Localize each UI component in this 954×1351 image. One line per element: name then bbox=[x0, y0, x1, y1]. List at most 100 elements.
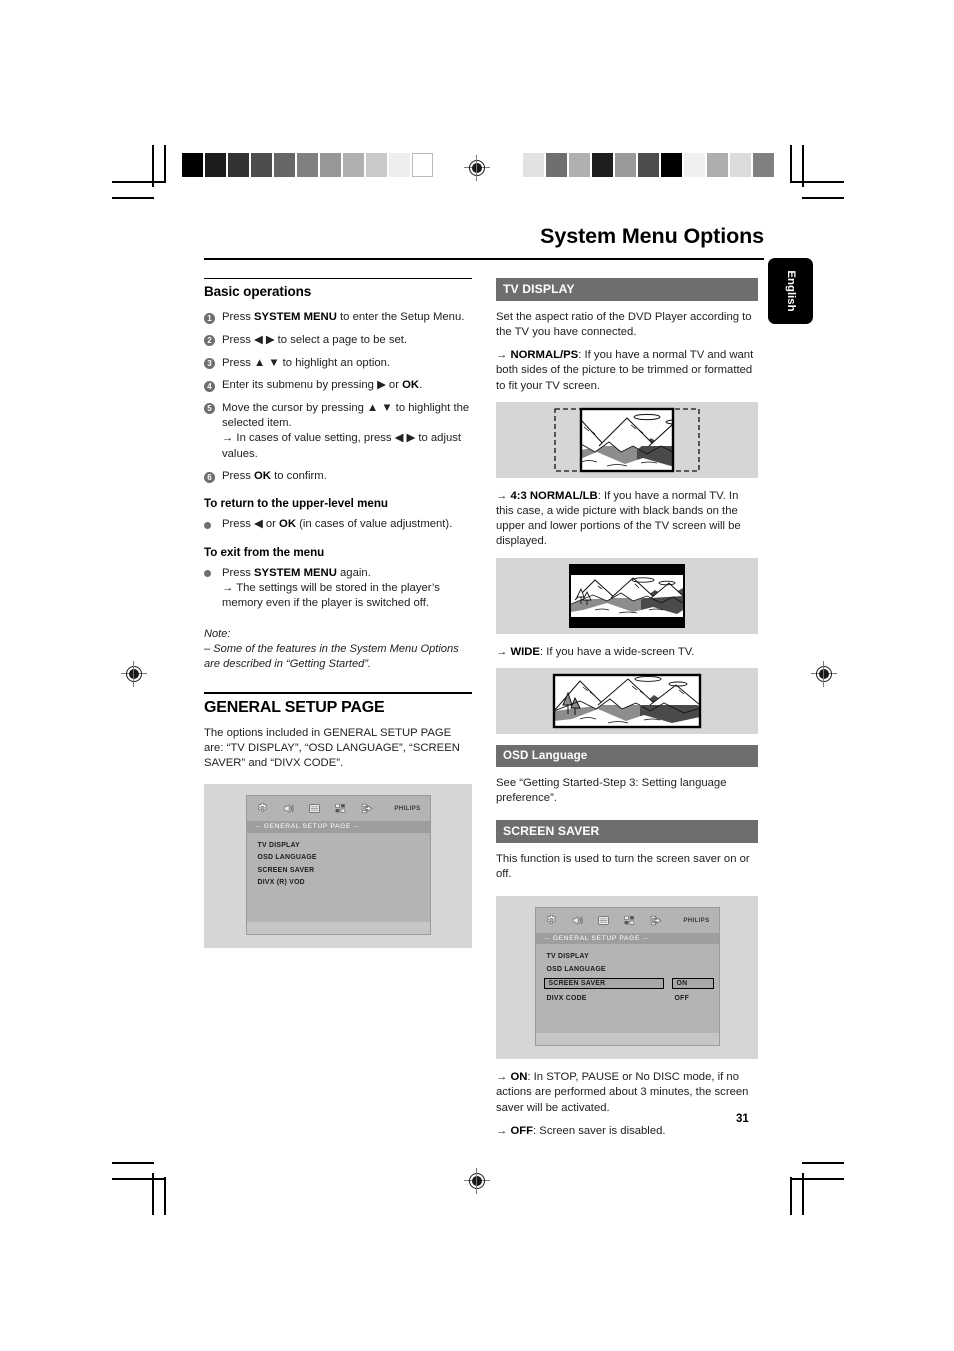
registration-mark-bottom bbox=[464, 1168, 490, 1194]
note-block: Note: – Some of the features in the Syst… bbox=[204, 627, 472, 672]
step-item: 6 Press OK to confirm. bbox=[204, 469, 472, 484]
step-text: Press OK to confirm. bbox=[222, 470, 327, 483]
calibration-swatch-6 bbox=[661, 153, 682, 177]
registration-mark-right bbox=[811, 661, 837, 687]
language-tab: English bbox=[768, 258, 813, 324]
widescreen-landscape-illustration bbox=[552, 673, 702, 729]
osd-menu-item[interactable]: OSD LANGUAGE bbox=[547, 966, 719, 973]
calibration-swatch-2 bbox=[228, 153, 249, 177]
registration-mark-top bbox=[464, 155, 490, 181]
preference-setup-grid-icon[interactable] bbox=[334, 802, 347, 815]
osd-page-label-1: -- GENERAL SETUP PAGE -- bbox=[246, 821, 430, 833]
page-content: System Menu Options Basic operations 1 Pr… bbox=[204, 224, 764, 1147]
tv-display-normal-ps: → NORMAL/PS: If you have a normal TV and… bbox=[496, 349, 754, 392]
return-menu-bullet: Press ◀ or OK (in cases of value adjustm… bbox=[204, 517, 472, 532]
step-item: 4 Enter its submenu by pressing ▶ or OK. bbox=[204, 378, 472, 393]
return-menu-bullet-text: Press ◀ or OK (in cases of value adjustm… bbox=[222, 518, 453, 531]
calibration-swatch-5 bbox=[638, 153, 659, 177]
manual-page: English System Menu Options Basic operat… bbox=[0, 0, 954, 1351]
basic-operations-step-list: 1 Press SYSTEM MENU to enter the Setup Me… bbox=[204, 310, 472, 484]
bullet-dot-icon bbox=[204, 570, 211, 578]
calibration-swatch-6 bbox=[320, 153, 341, 177]
step-text: Press ◀ ▶ to select a page to be set. bbox=[222, 333, 408, 346]
general-setup-gear-icon[interactable] bbox=[545, 914, 558, 927]
audio-setup-speaker-icon[interactable] bbox=[282, 802, 295, 815]
screen-saver-on-desc: → ON: In STOP, PAUSE or No DISC mode, if… bbox=[496, 1071, 749, 1114]
page-number: 31 bbox=[736, 1113, 749, 1125]
calibration-swatch-2 bbox=[569, 153, 590, 177]
basic-operations-divider bbox=[204, 277, 472, 280]
osd-menu-item[interactable]: DIVX (R) VOD bbox=[258, 879, 430, 886]
osd-menu-item[interactable]: SCREEN SAVER bbox=[258, 867, 430, 874]
calibration-swatch-4 bbox=[615, 153, 636, 177]
calibration-swatch-0 bbox=[523, 153, 544, 177]
osd-menu-item[interactable]: TV DISPLAY bbox=[258, 842, 430, 849]
osd-menu-item[interactable]: OSD LANGUAGE bbox=[258, 854, 430, 861]
calibration-swatch-3 bbox=[251, 153, 272, 177]
tv-display-wide: → WIDE: If you have a wide-screen TV. bbox=[496, 645, 695, 658]
registration-mark-left bbox=[121, 661, 147, 687]
osd-icon-row: PHILIPS bbox=[535, 907, 719, 933]
pan-scan-landscape-illustration bbox=[554, 407, 700, 473]
video-setup-screen-icon[interactable] bbox=[308, 802, 321, 815]
preference-setup-grid-icon[interactable] bbox=[623, 914, 636, 927]
step-number-badge: 2 bbox=[204, 335, 215, 347]
left-column: Basic operations 1 Press SYSTEM MENU to e… bbox=[204, 277, 472, 1147]
osd-value-off[interactable]: OFF bbox=[675, 995, 690, 1002]
step-item: 3 Press ▲ ▼ to highlight an option. bbox=[204, 356, 472, 371]
philips-logo: PHILIPS bbox=[394, 805, 421, 813]
audio-setup-speaker-icon[interactable] bbox=[571, 914, 584, 927]
tv-display-section-bar: TV DISPLAY bbox=[496, 277, 758, 301]
wide-illustration-plate bbox=[496, 667, 758, 734]
tv-display-intro: Set the aspect ratio of the DVD Player a… bbox=[496, 310, 752, 339]
osd-screenshot-1-plate: PHILIPS -- GENERAL SETUP PAGE -- TV DISP… bbox=[204, 784, 472, 948]
osd-value-on[interactable]: ON bbox=[671, 978, 714, 990]
calibration-swatch-3 bbox=[592, 153, 613, 177]
exit-setup-arrow-icon[interactable] bbox=[649, 914, 663, 927]
grayscale-calibration-bar bbox=[182, 153, 433, 177]
calibration-swatch-1 bbox=[205, 153, 226, 177]
osd-footer-bar bbox=[246, 921, 430, 934]
calibration-swatch-8 bbox=[707, 153, 728, 177]
exit-setup-arrow-icon[interactable] bbox=[360, 802, 374, 815]
general-setup-heading: GENERAL SETUP PAGE bbox=[204, 698, 385, 716]
osd-menu-item[interactable]: DIVX CODE bbox=[547, 995, 667, 1002]
step-item: 5 Move the cursor by pressing ▲ ▼ to high… bbox=[204, 401, 472, 462]
calibration-swatch-10 bbox=[753, 153, 774, 177]
calibration-swatch-10 bbox=[412, 153, 433, 177]
osd-menu-1-item-list: TV DISPLAY OSD LANGUAGE SCREEN SAVER DIVX (… bbox=[247, 833, 430, 916]
osd-screenshot-2-plate: PHILIPS -- GENERAL SETUP PAGE -- TV DISP… bbox=[496, 895, 758, 1060]
osd-menu-2: PHILIPS -- GENERAL SETUP PAGE -- TV DISP… bbox=[534, 906, 720, 1047]
note-body: – Some of the features in the System Men… bbox=[204, 643, 459, 671]
video-setup-screen-icon[interactable] bbox=[597, 914, 610, 927]
calibration-swatch-8 bbox=[366, 153, 387, 177]
osd-language-section-bar: OSD Language bbox=[496, 744, 758, 767]
general-setup-gear-icon[interactable] bbox=[256, 802, 269, 815]
step-number-badge: 4 bbox=[204, 380, 215, 392]
exit-menu-bullet-text: Press SYSTEM MENU again. → The settings w… bbox=[222, 566, 440, 610]
step-number-badge: 3 bbox=[204, 358, 215, 370]
calibration-swatch-7 bbox=[684, 153, 705, 177]
osd-menu-item-screen-saver[interactable]: SCREEN SAVER bbox=[543, 978, 664, 990]
calibration-swatch-4 bbox=[274, 153, 295, 177]
page-title: System Menu Options bbox=[540, 224, 764, 248]
osd-menu-row[interactable]: DIVX CODE OFF bbox=[547, 995, 719, 1008]
osd-menu-item[interactable]: TV DISPLAY bbox=[547, 953, 719, 960]
screen-saver-off-desc: → OFF: Screen saver is disabled. bbox=[496, 1124, 666, 1137]
step-text: Press SYSTEM MENU to enter the Setup Men… bbox=[222, 311, 465, 324]
calibration-swatch-1 bbox=[546, 153, 567, 177]
step-number-badge: 5 bbox=[204, 403, 215, 415]
osd-footer-bar bbox=[535, 1033, 719, 1046]
note-label: Note: bbox=[204, 628, 231, 641]
osd-menu-2-item-list: TV DISPLAY OSD LANGUAGE SCREEN SAVER ON DIVX… bbox=[536, 944, 719, 1027]
color-calibration-bar bbox=[523, 153, 774, 177]
step-text: Move the cursor by pressing ▲ ▼ to highl… bbox=[222, 401, 470, 460]
calibration-swatch-7 bbox=[343, 153, 364, 177]
general-setup-body: The options included in GENERAL SETUP PA… bbox=[204, 726, 460, 769]
general-setup-divider bbox=[204, 692, 472, 694]
osd-icon-row: PHILIPS bbox=[246, 796, 430, 822]
calibration-swatch-0 bbox=[182, 153, 203, 177]
letterbox-landscape-illustration bbox=[569, 563, 685, 628]
osd-menu-row-selected[interactable]: SCREEN SAVER ON bbox=[543, 978, 719, 995]
screen-saver-body: This function is used to turn the screen… bbox=[496, 853, 750, 881]
